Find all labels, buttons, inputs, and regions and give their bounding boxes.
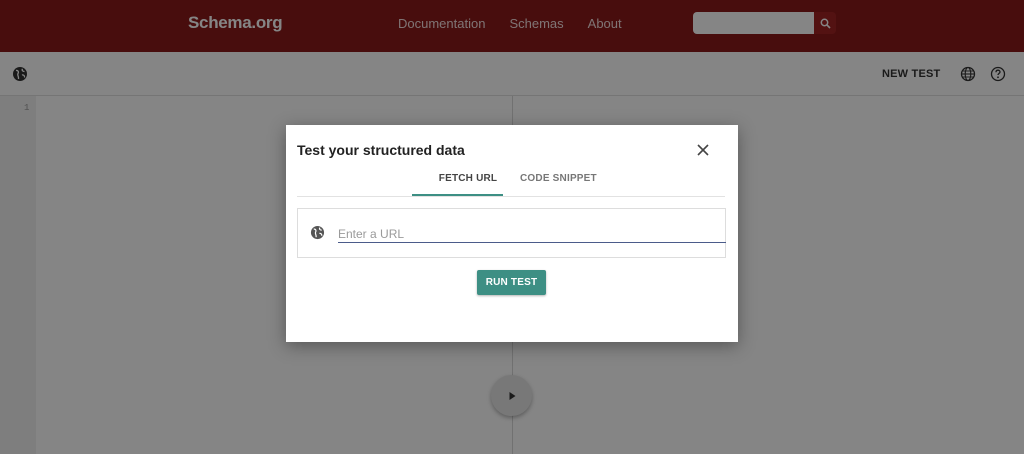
close-button[interactable]: [694, 141, 712, 159]
url-input[interactable]: [338, 225, 726, 243]
close-icon: [697, 144, 709, 156]
dialog-title: Test your structured data: [297, 142, 465, 158]
tab-fetch-url[interactable]: FETCH URL: [423, 173, 513, 184]
run-test-button[interactable]: RUN TEST: [477, 270, 546, 295]
tab-code-snippet[interactable]: CODE SNIPPET: [520, 173, 597, 184]
url-input-box: [297, 208, 726, 258]
test-dialog: Test your structured data FETCH URL CODE…: [286, 125, 738, 342]
active-tab-indicator: [412, 194, 503, 196]
dialog-tabs: FETCH URL CODE SNIPPET: [297, 165, 725, 197]
globe-icon: [310, 225, 325, 245]
